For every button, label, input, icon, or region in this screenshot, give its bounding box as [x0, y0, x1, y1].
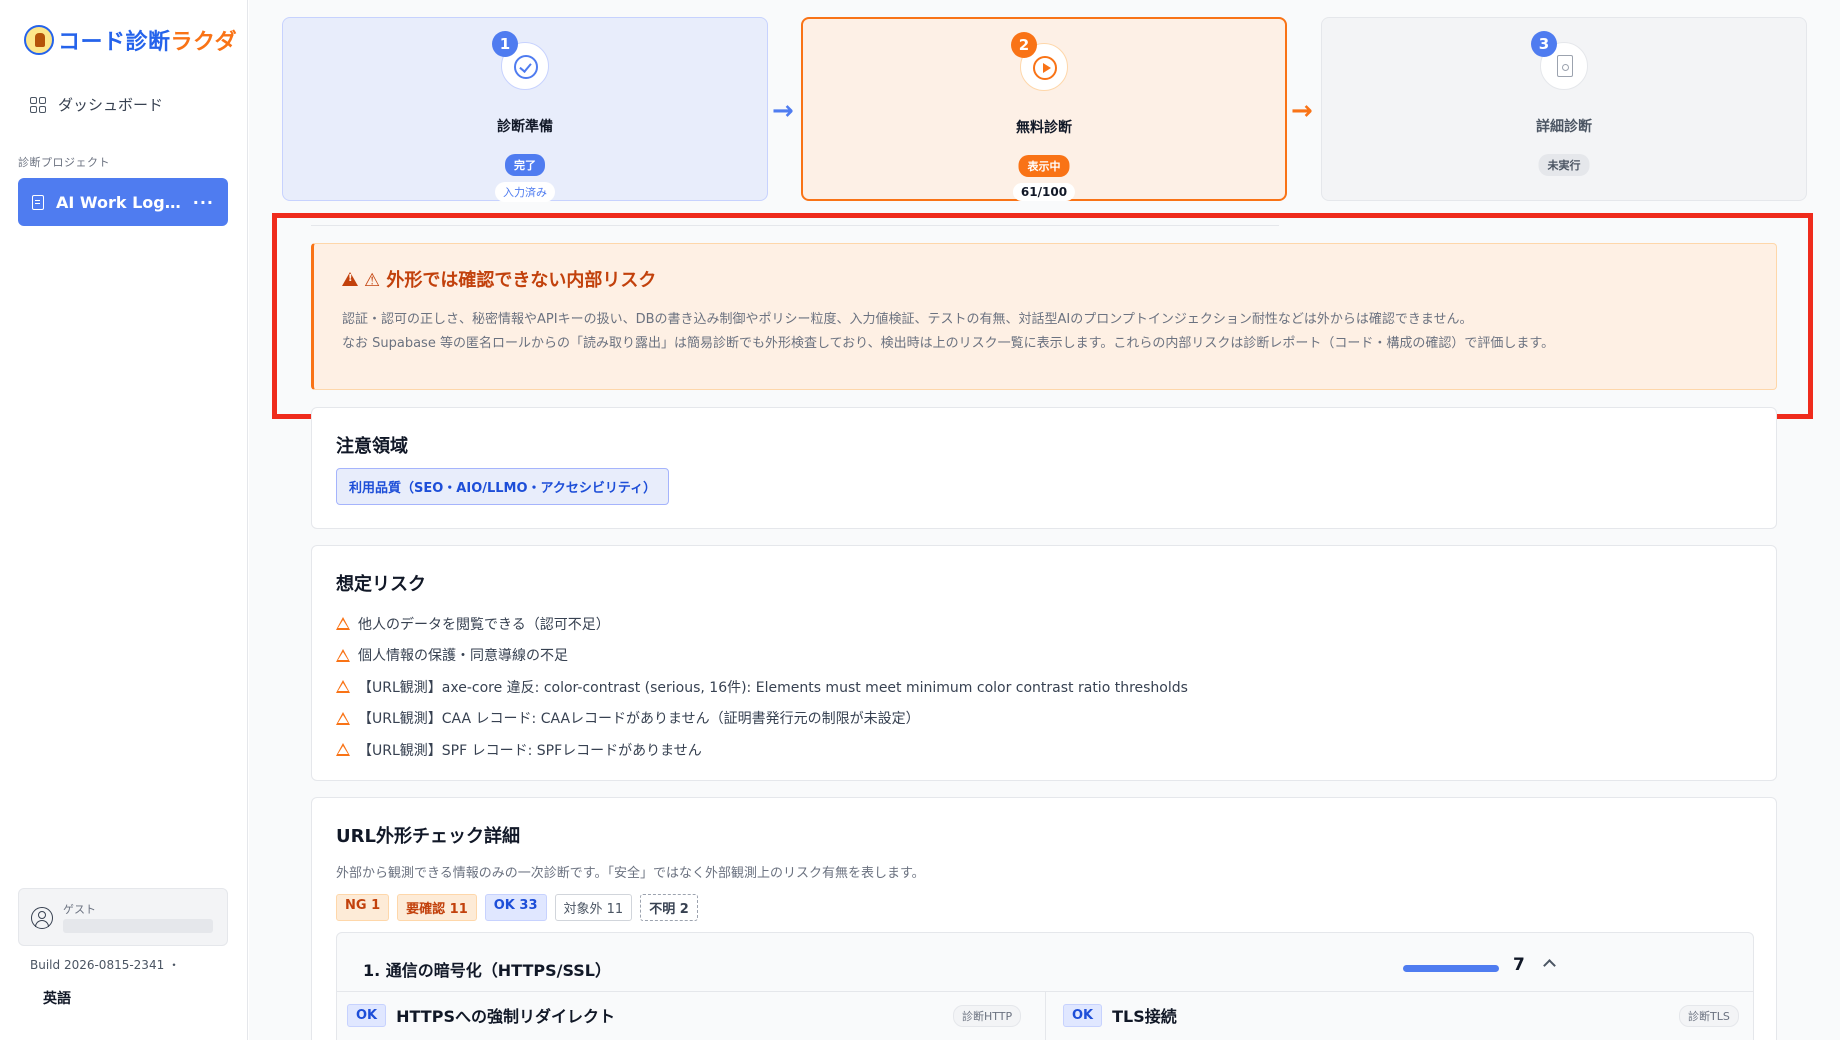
step-score: 61/100 [1012, 183, 1076, 201]
document-icon [32, 194, 44, 210]
user-card[interactable]: ゲスト [18, 888, 228, 946]
step-number: 1 [492, 31, 518, 57]
step-title: 無料診断 [1016, 120, 1072, 136]
arrow-right-icon: → [1291, 96, 1313, 126]
list-item: 【URL観測】axe-core 違反: color-contrast (seri… [336, 671, 1188, 703]
divider [311, 220, 1279, 226]
risk-list: 他人のデータを閲覧できる（認可不足） 個人情報の保護・同意導線の不足 【URL観… [336, 608, 1188, 766]
step-3-detailed-diagnosis[interactable]: 3 詳細診断 未実行 [1321, 17, 1807, 201]
notice-text-line: 認証・認可の正しさ、秘密情報やAPIキーの扱い、DBの書き込み制御やポリシー粒度… [342, 312, 1473, 327]
notice-title: ⚠ 外形では確認できない内部リスク [364, 270, 657, 291]
status-badge: 表示中 [1018, 155, 1070, 177]
result-counts: NG 1 要確認 11 OK 33 対象外 11 不明 2 [336, 894, 698, 921]
count-unknown-badge[interactable]: 不明 2 [640, 894, 698, 921]
url-check-card: URL外形チェック詳細 外部から観測できる情報のみの一次診断です。「安全」ではな… [311, 797, 1777, 1040]
check-circle-icon [514, 55, 538, 79]
status-badge: OK [347, 1003, 387, 1027]
count-ok-badge[interactable]: OK 33 [484, 894, 547, 921]
check-item-label: HTTPSへの強制リダイレクト [396, 1007, 615, 1026]
step-number: 2 [1011, 32, 1037, 58]
section-title: URL外形チェック詳細 [336, 826, 520, 847]
check-item: OK HTTPSへの強制リダイレクト [347, 1003, 615, 1027]
status-badge: OK [1063, 1003, 1103, 1027]
attention-chip[interactable]: 利用品質（SEO・AIO/LLMO・アクセシビリティ） [336, 468, 670, 505]
assumed-risks-card: 想定リスク 他人のデータを閲覧できる（認可不足） 個人情報の保護・同意導線の不足… [311, 545, 1777, 781]
user-icon [31, 907, 53, 929]
step-1-preparation[interactable]: 1 診断準備 完了 入力済み [282, 17, 768, 202]
user-email-redacted [63, 919, 213, 933]
step-number: 3 [1531, 31, 1557, 57]
warning-icon [336, 680, 350, 694]
count-ng-badge[interactable]: NG 1 [336, 894, 390, 921]
warning-icon [336, 743, 350, 757]
play-circle-icon [1033, 56, 1057, 80]
step-circle: 2 [1011, 32, 1068, 91]
count-excluded-badge[interactable]: 対象外 11 [554, 894, 633, 921]
warning-icon [342, 272, 358, 286]
sidebar-item-dashboard[interactable]: ダッシュボード [30, 94, 163, 115]
step-circle: 3 [1531, 31, 1588, 90]
status-badge: 未実行 [1538, 154, 1590, 176]
count-recheck-badge[interactable]: 要確認 11 [397, 894, 477, 921]
list-item: 【URL観測】CAA レコード: CAAレコードがありません（証明書発行元の制限… [336, 703, 1188, 735]
section-progress-bar [1403, 965, 1499, 972]
warning-icon [336, 648, 350, 662]
dashboard-grid-icon [30, 96, 46, 113]
warning-icon [336, 617, 350, 631]
language-switch[interactable]: 英語 [43, 988, 71, 1008]
step-circle: 1 [492, 31, 549, 90]
list-item: 他人のデータを閲覧できる（認可不足） [336, 608, 1188, 640]
check-section-title[interactable]: 1. 通信の暗号化（HTTPS/SSL） [363, 957, 611, 981]
logo-text-accent: ラクダ [170, 30, 238, 55]
guest-label: ゲスト [63, 903, 96, 916]
warning-icon [336, 711, 350, 725]
more-options-icon[interactable]: ··· [193, 193, 214, 212]
sidebar-item-label: ダッシュボード [58, 96, 164, 114]
step-title: 診断準備 [497, 119, 553, 135]
section-score: 7 [1513, 955, 1525, 975]
section-description: 外部から観測できる情報のみの一次診断です。「安全」ではなく外部観測上のリスク有無… [336, 866, 925, 881]
chevron-up-icon[interactable] [1543, 959, 1556, 972]
section-title: 注意領域 [336, 436, 408, 457]
step-2-free-diagnosis[interactable]: 2 無料診断 表示中 61/100 [801, 17, 1287, 201]
projects-section-label: 診断プロジェクト [18, 156, 110, 169]
build-info: Build 2026-0815-2341 ・ [30, 958, 181, 972]
divider [1045, 991, 1046, 1040]
sidebar-item-project[interactable]: AI Work Log… ··· [18, 178, 228, 226]
diagnosis-tag: 診断TLS [1679, 1005, 1739, 1027]
list-item: 個人情報の保護・同意導線の不足 [336, 640, 1188, 672]
check-section-https: 1. 通信の暗号化（HTTPS/SSL） 7 OK HTTPSへの強制リダイレク… [336, 932, 1754, 1040]
step-title: 詳細診断 [1536, 119, 1592, 135]
file-search-icon [1557, 55, 1573, 77]
diagnosis-tag: 診断HTTP [953, 1005, 1022, 1027]
app-logo[interactable]: コード診断ラクダ [24, 24, 237, 56]
step-subtext: 入力済み [495, 182, 555, 202]
project-label: AI Work Log… [56, 192, 181, 212]
check-item: OK TLS接続 [1063, 1003, 1177, 1027]
attention-area-card: 注意領域 利用品質（SEO・AIO/LLMO・アクセシビリティ） [311, 407, 1777, 529]
arrow-right-icon: → [772, 96, 794, 126]
sidebar: コード診断ラクダ ダッシュボード 診断プロジェクト AI Work Log… ·… [0, 0, 248, 1040]
notice-text-line: なお Supabase 等の匿名ロールからの「読み取り露出」は簡易診断でも外形検… [342, 336, 1555, 351]
logo-text-primary: コード診断 [58, 30, 171, 55]
section-title: 想定リスク [336, 574, 426, 595]
list-item: 【URL観測】SPF レコード: SPFレコードがありません [336, 734, 1188, 766]
check-item-label: TLS接続 [1112, 1007, 1177, 1026]
camel-logo-icon [24, 25, 54, 55]
internal-risk-notice: ⚠ 外形では確認できない内部リスク 認証・認可の正しさ、秘密情報やAPIキーの扱… [311, 243, 1777, 390]
status-badge: 完了 [505, 154, 545, 176]
